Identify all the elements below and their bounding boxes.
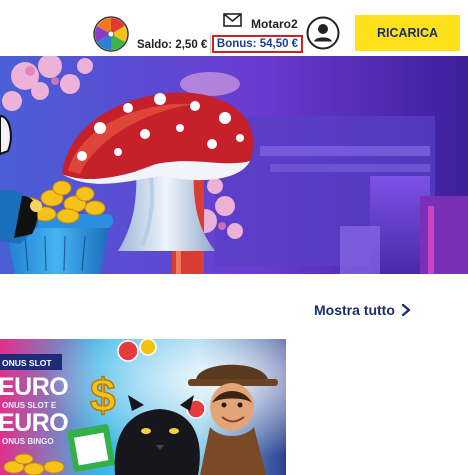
username-label[interactable]: Motaro2: [251, 17, 298, 31]
show-all-label: Mostra tutto: [314, 302, 395, 318]
promo-card[interactable]: $ ONUS SLOT EURO ONUS SLOT E EURO ONUS B…: [0, 339, 286, 475]
mail-icon[interactable]: [223, 13, 242, 27]
promo-headline-1: EURO: [0, 373, 69, 401]
fortune-wheel-icon[interactable]: [93, 16, 129, 52]
top-bar: Saldo: 2,50 € Motaro2 Bonus: 54,50 € RIC…: [0, 0, 468, 58]
svg-text:$: $: [90, 369, 116, 421]
promo-sub-2: ONUS BINGO: [2, 437, 54, 446]
balance-label: Saldo: 2,50 €: [137, 39, 208, 51]
bonus-balance-label[interactable]: Bonus: 54,50 €: [212, 35, 303, 53]
recharge-button[interactable]: RICARICA: [355, 15, 460, 51]
show-all-link[interactable]: Mostra tutto: [314, 302, 411, 318]
promo-headline-2: EURO: [0, 409, 69, 437]
header-divider: [210, 34, 211, 54]
user-circle-icon[interactable]: [306, 16, 340, 50]
hero-banner[interactable]: [0, 56, 468, 274]
mushroom-casino-banner: [0, 56, 468, 274]
chevron-right-icon: [401, 304, 411, 316]
promo-tag-label: ONUS SLOT: [2, 358, 52, 368]
